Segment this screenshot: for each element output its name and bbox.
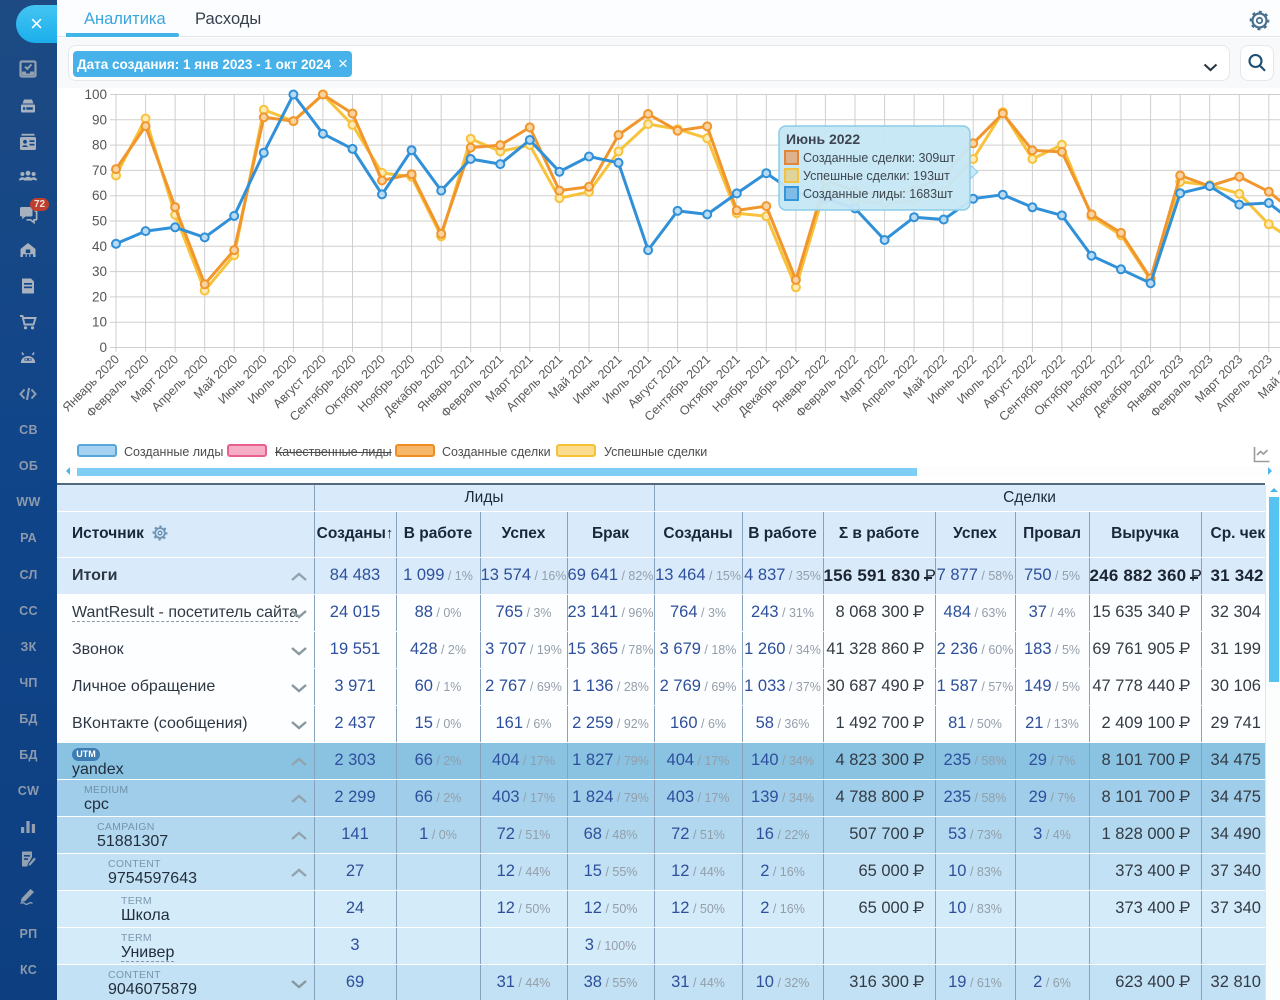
svg-text:100: 100 <box>84 88 107 102</box>
svg-text:20: 20 <box>92 289 107 304</box>
svg-text:Созданные сделки: 309шт: Созданные сделки: 309шт <box>803 151 955 165</box>
svg-text:40: 40 <box>92 239 107 254</box>
svg-text:60: 60 <box>92 188 107 203</box>
svg-text:50: 50 <box>92 214 107 229</box>
svg-text:Созданные лиды: 1683шт: Созданные лиды: 1683шт <box>803 187 953 201</box>
svg-text:0: 0 <box>99 340 107 355</box>
svg-text:70: 70 <box>92 163 107 178</box>
svg-text:10: 10 <box>92 315 107 330</box>
svg-text:80: 80 <box>92 138 107 153</box>
svg-text:Успешные сделки: 193шт: Успешные сделки: 193шт <box>803 169 950 183</box>
svg-text:30: 30 <box>92 264 107 279</box>
svg-text:90: 90 <box>92 112 107 127</box>
svg-text:Июнь 2022: Июнь 2022 <box>786 131 860 147</box>
